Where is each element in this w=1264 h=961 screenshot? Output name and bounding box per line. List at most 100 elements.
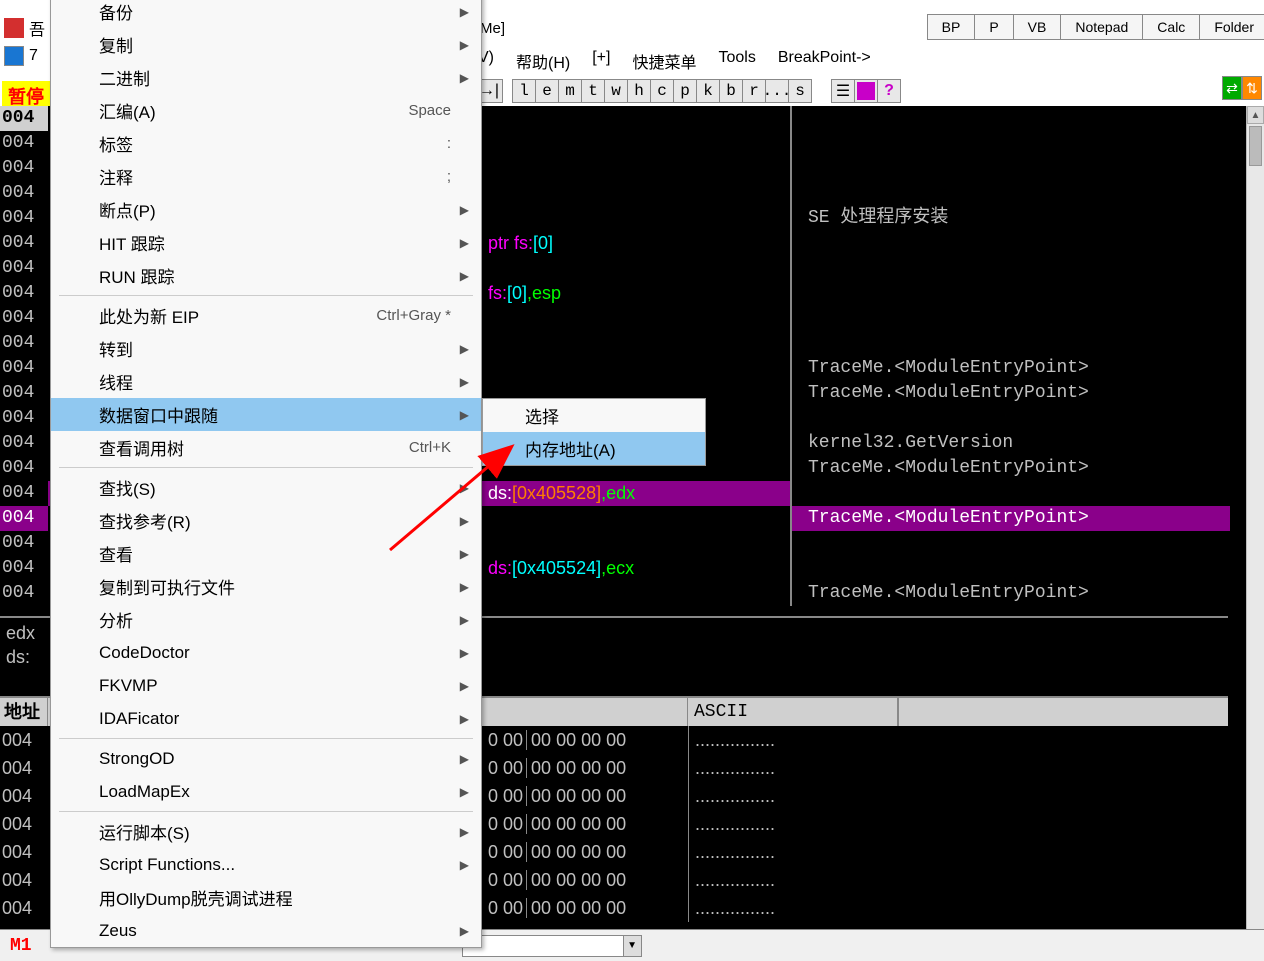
addr-line[interactable]: 004 — [0, 181, 48, 206]
tab-notepad[interactable]: Notepad — [1060, 14, 1143, 40]
scroll-thumb[interactable] — [1249, 126, 1262, 166]
menu-item-4[interactable]: 标签: — [51, 127, 481, 160]
addr-line[interactable]: 004 — [0, 406, 48, 431]
tool-b[interactable]: b — [719, 79, 743, 103]
tool-s[interactable]: s — [788, 79, 812, 103]
addr-line[interactable]: 004 — [0, 481, 48, 506]
chevron-right-icon: ▶ — [460, 924, 469, 938]
menu-help[interactable]: 帮助(H) — [516, 49, 570, 73]
menu-item-21[interactable]: CodeDoctor▶ — [51, 636, 481, 669]
nav-fwd-icon[interactable]: ⇅ — [1242, 76, 1262, 100]
addr-line[interactable]: 004 — [0, 381, 48, 406]
chevron-right-icon: ▶ — [460, 375, 469, 389]
submenu-item-1[interactable]: 内存地址(A) — [483, 432, 705, 465]
menu-tools[interactable]: Tools — [718, 49, 755, 73]
tab-folder[interactable]: Folder — [1199, 14, 1264, 40]
dump-header-addr[interactable]: 地址 — [0, 698, 48, 726]
addr-line[interactable]: 004 — [0, 156, 48, 181]
top-tabs: BP P VB Notepad Calc Folder — [928, 14, 1264, 40]
tool-p[interactable]: p — [673, 79, 697, 103]
menu-item-6[interactable]: 断点(P)▶ — [51, 193, 481, 226]
tool-c[interactable]: c — [650, 79, 674, 103]
menu-item-0[interactable]: 备份▶ — [51, 0, 481, 28]
addr-line-selected[interactable]: 004 — [0, 506, 48, 531]
menu-item-3[interactable]: 汇编(A)Space — [51, 94, 481, 127]
tab-vb[interactable]: VB — [1013, 14, 1062, 40]
chevron-right-icon: ▶ — [460, 547, 469, 561]
menu-item-10[interactable]: 此处为新 EIPCtrl+Gray * — [51, 299, 481, 332]
addr-line[interactable]: 004 — [0, 556, 48, 581]
addr-header: 004 — [0, 106, 48, 131]
menu-item-30[interactable]: 用OllyDump脱壳调试进程 — [51, 881, 481, 914]
tool-m[interactable]: m — [558, 79, 582, 103]
menu-item-26[interactable]: LoadMapEx▶ — [51, 775, 481, 808]
status-combo[interactable]: ▼ — [462, 935, 642, 957]
menu-item-31[interactable]: Zeus▶ — [51, 914, 481, 947]
menu-item-20[interactable]: 分析▶ — [51, 603, 481, 636]
tool-t[interactable]: t — [581, 79, 605, 103]
dump-header-ascii[interactable]: ASCII — [688, 698, 898, 726]
chevron-right-icon: ▶ — [460, 408, 469, 422]
tool-w[interactable]: w — [604, 79, 628, 103]
addr-line[interactable]: 004 — [0, 256, 48, 281]
menu-item-12[interactable]: 线程▶ — [51, 365, 481, 398]
tab-bp[interactable]: BP — [927, 14, 976, 40]
status-m1: M1 — [0, 936, 42, 956]
submenu-follow-in-dump: 选择内存地址(A) — [482, 398, 706, 466]
menu-item-19[interactable]: 复制到可执行文件▶ — [51, 570, 481, 603]
menu-item-14[interactable]: 查看调用树Ctrl+K — [51, 431, 481, 464]
menu-quick[interactable]: 快捷菜单 — [632, 49, 696, 73]
menu-item-1[interactable]: 复制▶ — [51, 28, 481, 61]
tool-l[interactable]: l — [512, 79, 536, 103]
menu-item-16[interactable]: 查找(S)▶ — [51, 471, 481, 504]
addr-line[interactable]: 004 — [0, 281, 48, 306]
submenu-item-0[interactable]: 选择 — [483, 399, 705, 432]
tool-list-icon[interactable]: ☰ — [831, 79, 855, 103]
tab-p[interactable]: P — [974, 14, 1013, 40]
tool-h[interactable]: h — [627, 79, 651, 103]
menu-item-13[interactable]: 数据窗口中跟随▶ — [51, 398, 481, 431]
chevron-right-icon: ▶ — [460, 236, 469, 250]
chevron-right-icon: ▶ — [460, 481, 469, 495]
menu-item-23[interactable]: IDAFicator▶ — [51, 702, 481, 735]
chevron-right-icon: ▶ — [460, 752, 469, 766]
menu-item-17[interactable]: 查找参考(R)▶ — [51, 504, 481, 537]
addr-line[interactable]: 004 — [0, 531, 48, 556]
menu-item-25[interactable]: StrongOD▶ — [51, 742, 481, 775]
addr-line[interactable]: 004 — [0, 131, 48, 156]
menu-plus[interactable]: [+] — [592, 49, 610, 73]
comment-trace: TraceMe.<ModuleEntryPoint> — [792, 381, 1230, 406]
addr-line[interactable]: 004 — [0, 206, 48, 231]
addr-line[interactable]: 004 — [0, 431, 48, 456]
addr-line[interactable]: 004 — [0, 581, 48, 606]
tool-help-icon[interactable]: ? — [877, 79, 901, 103]
tool-more[interactable]: ... — [765, 79, 789, 103]
chevron-down-icon[interactable]: ▼ — [623, 936, 641, 956]
vertical-scrollbar[interactable]: ▲ — [1246, 106, 1264, 931]
app-icon-2 — [4, 46, 24, 66]
menu-item-29[interactable]: Script Functions...▶ — [51, 848, 481, 881]
menu-item-18[interactable]: 查看▶ — [51, 537, 481, 570]
menu-item-22[interactable]: FKVMP▶ — [51, 669, 481, 702]
tab-calc[interactable]: Calc — [1142, 14, 1200, 40]
scroll-up-icon[interactable]: ▲ — [1247, 106, 1264, 124]
menu-breakpoint[interactable]: BreakPoint-> — [778, 49, 871, 73]
tool-e[interactable]: e — [535, 79, 559, 103]
menu-item-7[interactable]: HIT 跟踪▶ — [51, 226, 481, 259]
addr-line[interactable]: 004 — [0, 356, 48, 381]
menubar: V) 帮助(H) [+] 快捷菜单 Tools BreakPoint-> — [478, 49, 871, 73]
tool-magenta-icon[interactable] — [854, 79, 878, 103]
menu-item-28[interactable]: 运行脚本(S)▶ — [51, 815, 481, 848]
menu-item-2[interactable]: 二进制▶ — [51, 61, 481, 94]
menu-item-11[interactable]: 转到▶ — [51, 332, 481, 365]
addr-line[interactable]: 004 — [0, 231, 48, 256]
comment-trace: TraceMe.<ModuleEntryPoint> — [792, 456, 1230, 481]
addr-line[interactable]: 004 — [0, 456, 48, 481]
tool-k[interactable]: k — [696, 79, 720, 103]
nav-back-icon[interactable]: ⇄ — [1222, 76, 1242, 100]
addr-line[interactable]: 004 — [0, 306, 48, 331]
menu-item-8[interactable]: RUN 跟踪▶ — [51, 259, 481, 292]
addr-line[interactable]: 004 — [0, 331, 48, 356]
address-column: 004 004 004 004 004 004 004 004 004 004 … — [0, 106, 48, 606]
menu-item-5[interactable]: 注释; — [51, 160, 481, 193]
